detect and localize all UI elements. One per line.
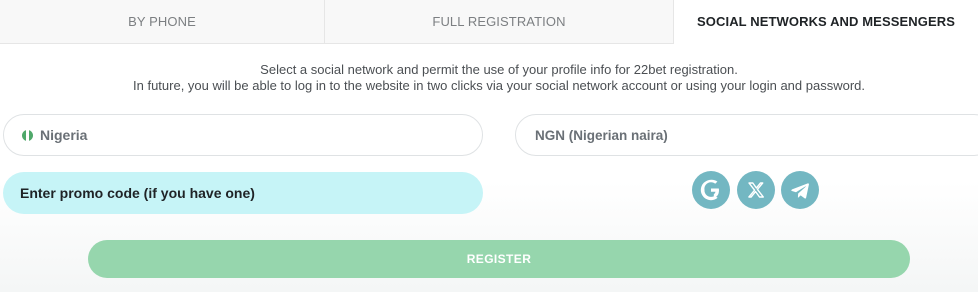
social-registration-description: Select a social network and permit the u… bbox=[0, 62, 978, 94]
tab-full-registration[interactable]: FULL REGISTRATION bbox=[325, 0, 674, 44]
register-button[interactable]: REGISTER bbox=[88, 240, 910, 278]
x-login-button[interactable] bbox=[737, 171, 775, 209]
country-value: Nigeria bbox=[40, 127, 88, 143]
google-icon bbox=[700, 179, 719, 201]
google-login-button[interactable] bbox=[692, 171, 730, 209]
currency-value: NGN (Nigerian naira) bbox=[535, 127, 668, 143]
tab-social-networks-and-messengers[interactable]: SOCIAL NETWORKS AND MESSENGERS bbox=[674, 0, 978, 44]
promo-code-input[interactable]: Enter promo code (if you have one) bbox=[3, 172, 483, 214]
telegram-icon bbox=[791, 183, 809, 199]
currency-select[interactable]: NGN (Nigerian naira) bbox=[515, 114, 978, 156]
x-icon bbox=[748, 182, 764, 198]
tab-by-phone[interactable]: BY PHONE bbox=[0, 0, 325, 44]
description-line-2: In future, you will be able to log in to… bbox=[133, 78, 865, 93]
registration-tabs: BY PHONE FULL REGISTRATION SOCIAL NETWOR… bbox=[0, 0, 978, 44]
telegram-login-button[interactable] bbox=[781, 171, 819, 209]
description-line-1: Select a social network and permit the u… bbox=[260, 62, 738, 77]
promo-code-placeholder: Enter promo code (if you have one) bbox=[20, 185, 255, 201]
country-select[interactable]: Nigeria bbox=[3, 114, 483, 156]
nigeria-flag-icon bbox=[22, 129, 33, 141]
